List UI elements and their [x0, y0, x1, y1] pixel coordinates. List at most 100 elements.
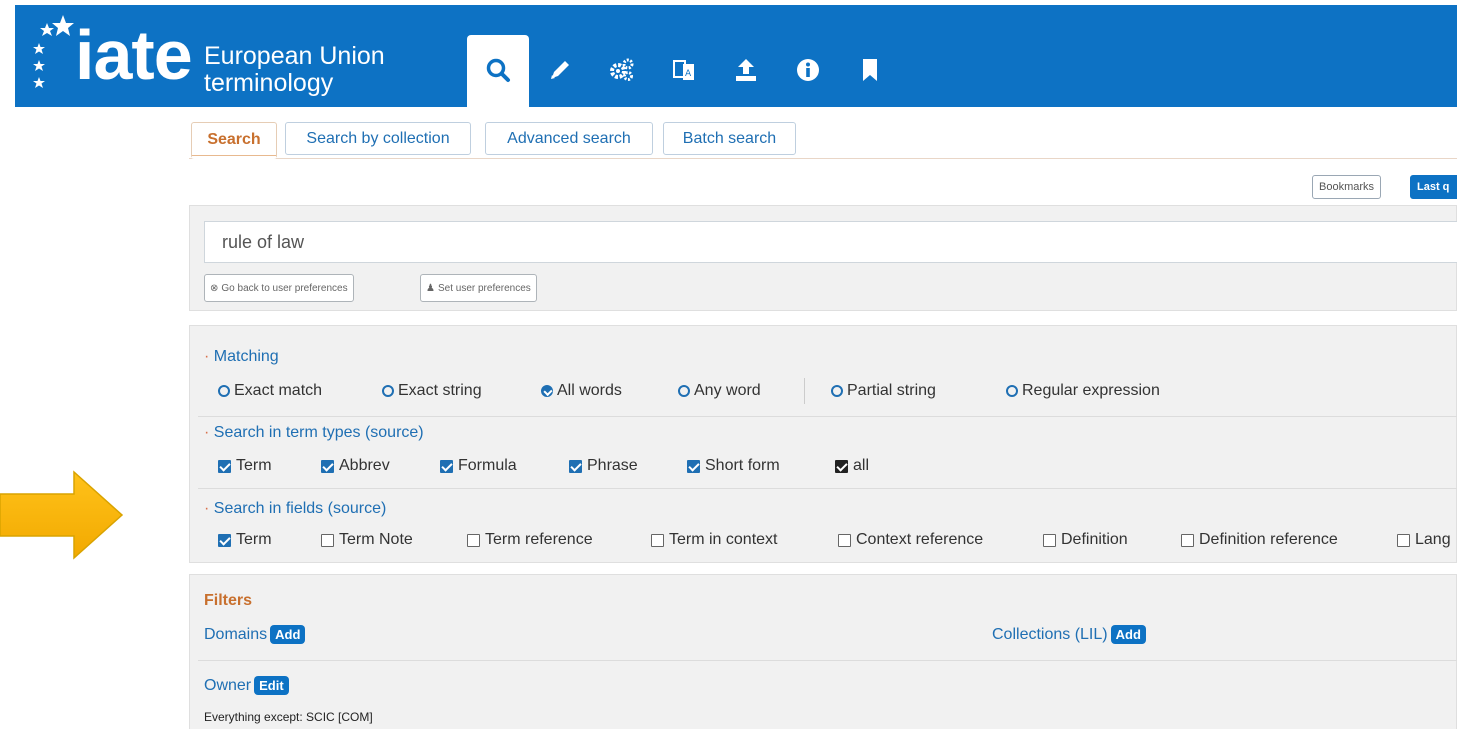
option-label: Definition reference: [1199, 531, 1338, 548]
gears-icon: [610, 58, 634, 81]
collections-label: Collections (LIL): [992, 625, 1108, 643]
domains-label: Domains: [204, 625, 268, 643]
set-preferences-label: Set user preferences: [437, 282, 531, 294]
fields-label-text: Search in fields (source): [213, 500, 387, 517]
bookmarks-button[interactable]: Bookmarks: [1312, 175, 1382, 199]
option-label: Formula: [458, 457, 517, 474]
option-label: Term: [236, 457, 272, 474]
term-type-short-form[interactable]: Short form: [687, 457, 780, 475]
bookmark-icon: [863, 59, 877, 81]
highlight-arrow-icon: [0, 470, 124, 560]
collections-filter: Collections (LIL) Add: [992, 625, 1146, 644]
option-label: Any word: [694, 382, 761, 399]
option-label: Regular expression: [1022, 382, 1160, 399]
tab-batch-search[interactable]: Batch search: [663, 122, 796, 155]
matching-label-text: Matching: [213, 348, 279, 365]
option-label: all: [853, 457, 870, 474]
divider: [198, 660, 1457, 661]
option-label: Term reference: [485, 531, 593, 548]
matching-any-word[interactable]: Any word: [678, 382, 761, 400]
search-query-text: rule of law: [222, 231, 305, 252]
tab-advanced-search[interactable]: Advanced search: [485, 122, 653, 155]
search-input[interactable]: rule of law: [204, 221, 1457, 263]
nav-edit[interactable]: [529, 35, 591, 112]
go-back-preferences-button[interactable]: ⊗ Go back to user preferences: [204, 274, 354, 302]
matching-all-words[interactable]: All words: [541, 382, 622, 400]
option-label: Abbrev: [339, 457, 390, 474]
pencil-icon: [551, 61, 569, 79]
matching-partial-string[interactable]: Partial string: [831, 382, 936, 400]
nav-bookmarks[interactable]: [839, 35, 901, 112]
option-label: Term in context: [669, 531, 778, 548]
translate-icon: A: [673, 60, 694, 80]
term-type-term[interactable]: Term: [218, 457, 272, 475]
option-label: Partial string: [847, 382, 936, 399]
term-type-phrase[interactable]: Phrase: [569, 457, 638, 475]
field-term-reference[interactable]: Term reference: [467, 531, 593, 549]
term-types-label: · Search in term types (source): [204, 424, 424, 441]
term-type-abbrev[interactable]: Abbrev: [321, 457, 390, 475]
user-icon: ♟: [426, 282, 435, 294]
option-label: Lang: [1415, 531, 1451, 548]
last-queries-button[interactable]: Last q: [1410, 175, 1457, 199]
svg-text:A: A: [685, 69, 692, 79]
term-type-all[interactable]: all: [835, 457, 869, 475]
logo-wordmark: iate: [75, 16, 193, 94]
matching-exact-string[interactable]: Exact string: [382, 382, 482, 400]
logo-subtitle-line1: European Union: [204, 42, 385, 70]
domains-add-button[interactable]: Add: [270, 625, 306, 644]
nav-settings[interactable]: [591, 35, 653, 112]
field-term[interactable]: Term: [218, 531, 272, 549]
iate-logo[interactable]: iate: [33, 15, 203, 105]
option-label: Exact match: [234, 382, 323, 399]
search-options-panel: · Matching Exact match Exact string All …: [189, 325, 1457, 563]
option-label: Term Note: [339, 531, 413, 548]
upload-icon: [736, 59, 756, 81]
app-header: iate European Union terminology A: [15, 5, 1457, 112]
matching-label: · Matching: [204, 348, 279, 365]
search-panel: rule of law ⊗ Go back to user preference…: [189, 205, 1457, 311]
term-types-label-text: Search in term types (source): [213, 424, 424, 441]
field-context-reference[interactable]: Context reference: [838, 531, 983, 549]
divider: [198, 416, 1457, 417]
tab-search[interactable]: Search: [191, 122, 277, 159]
search-tabs: Search Search by collection Advanced sea…: [189, 120, 1457, 159]
option-label: Exact string: [398, 382, 482, 399]
tab-label: Search by collection: [306, 129, 450, 147]
set-preferences-button[interactable]: ♟ Set user preferences: [420, 274, 537, 302]
nav-info[interactable]: [777, 35, 839, 112]
term-type-formula[interactable]: Formula: [440, 457, 517, 475]
fields-label: · Search in fields (source): [204, 500, 387, 517]
option-label: Phrase: [587, 457, 638, 474]
option-label: Term: [236, 531, 272, 548]
main-nav: A: [467, 35, 901, 112]
field-term-in-context[interactable]: Term in context: [651, 531, 777, 549]
filters-title: Filters: [204, 592, 253, 609]
collections-add-button[interactable]: Add: [1110, 625, 1146, 644]
owner-edit-button[interactable]: Edit: [254, 676, 289, 695]
nav-search[interactable]: [467, 35, 529, 112]
tab-search-by-collection[interactable]: Search by collection: [285, 122, 471, 155]
field-definition[interactable]: Definition: [1043, 531, 1128, 549]
nav-upload[interactable]: [715, 35, 777, 112]
logo-subtitle: European Union terminology: [204, 43, 385, 97]
info-icon: [797, 59, 819, 81]
nav-translate[interactable]: A: [653, 35, 715, 112]
owner-value: Everything except: SCIC [COM]: [204, 710, 373, 724]
stars-icon: [33, 15, 74, 88]
field-term-note[interactable]: Term Note: [321, 531, 413, 549]
owner-filter: Owner Edit: [204, 676, 289, 695]
filters-panel: Filters Domains Add Collections (LIL) Ad…: [189, 574, 1457, 729]
search-icon: [486, 58, 510, 82]
matching-regular-expression[interactable]: Regular expression: [1006, 382, 1160, 400]
option-label: All words: [557, 382, 622, 399]
tab-label: Search: [207, 130, 261, 148]
matching-divider: [804, 378, 805, 404]
field-lang[interactable]: Lang: [1397, 531, 1457, 549]
go-back-preferences-label: Go back to user preferences: [221, 282, 348, 294]
matching-exact-match[interactable]: Exact match: [218, 382, 322, 400]
tab-label: Batch search: [682, 129, 777, 147]
field-definition-reference[interactable]: Definition reference: [1181, 531, 1338, 549]
option-label: Definition: [1061, 531, 1128, 548]
logo-subtitle-line2: terminology: [204, 69, 334, 97]
